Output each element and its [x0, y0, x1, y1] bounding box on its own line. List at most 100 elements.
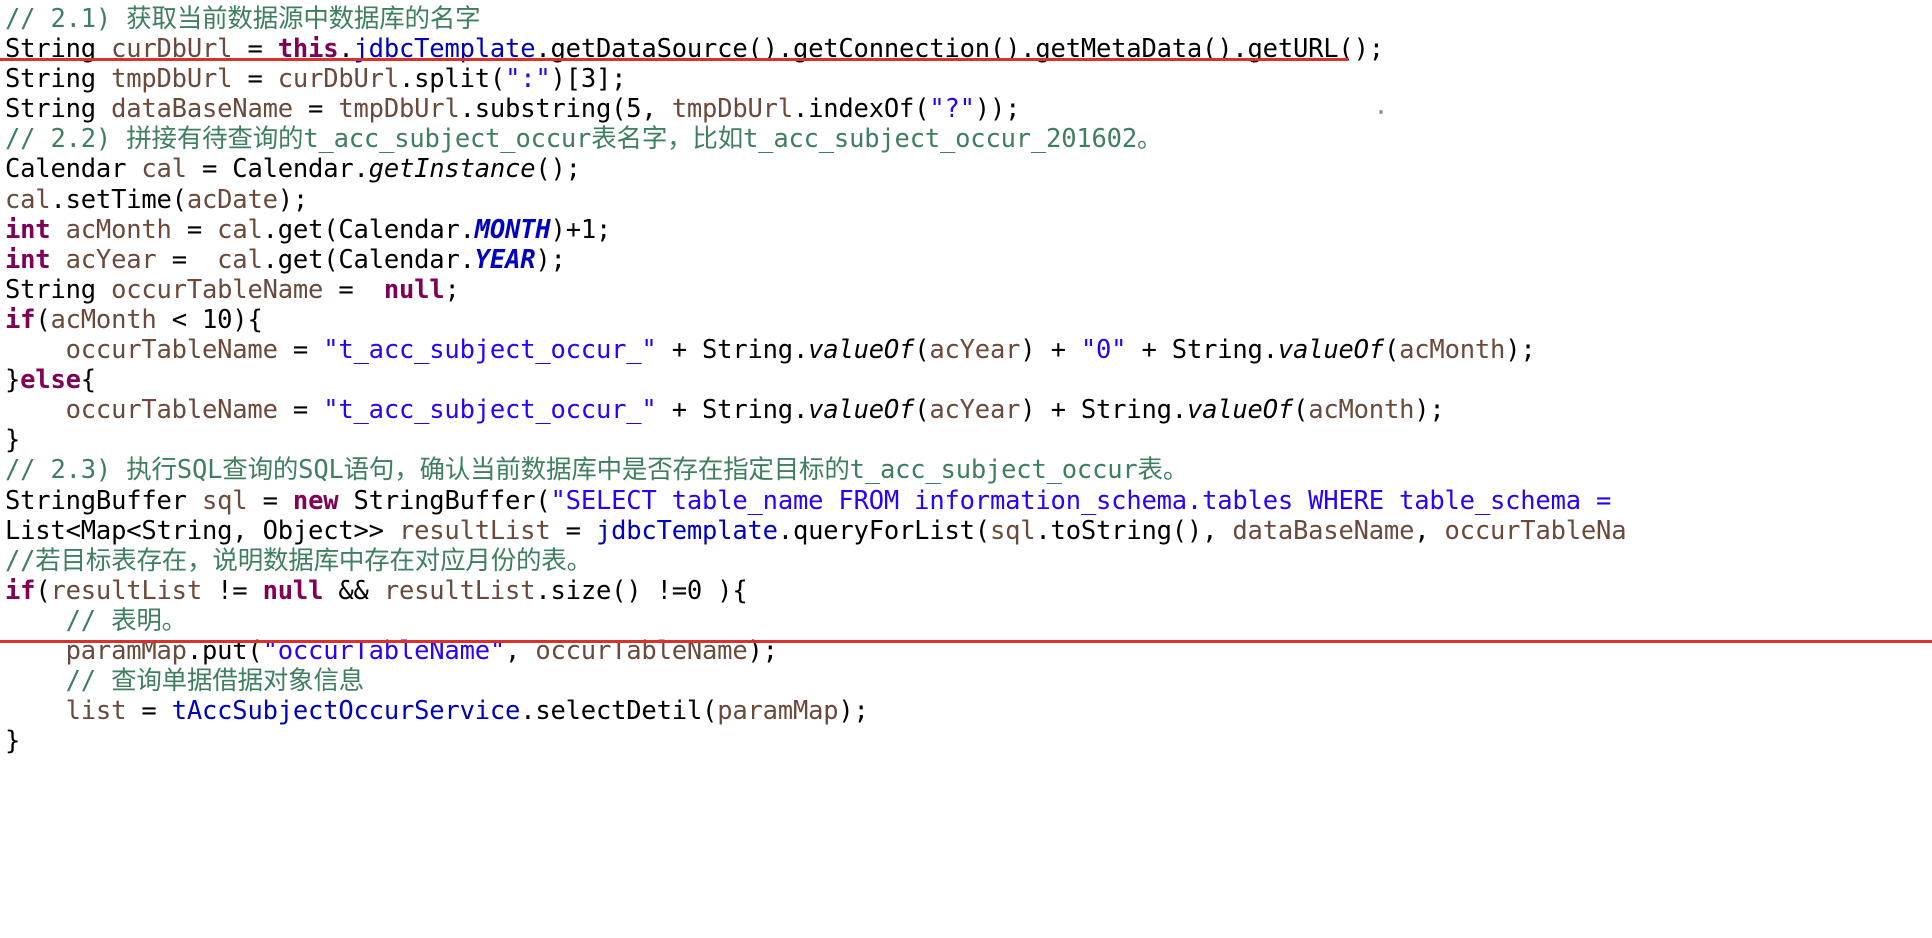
code-line[interactable]: occurTableName = "t_acc_subject_occur_" … [0, 335, 1932, 365]
code-token: this [277, 34, 339, 65]
code-line[interactable]: String tmpDbUrl = curDbUrl.split(":")[3]… [0, 64, 1932, 94]
code-token: )[3]; [550, 64, 627, 95]
code-token: + String. [1126, 335, 1278, 366]
code-token: ); [535, 244, 566, 275]
code-token: acYear [929, 395, 1021, 426]
code-line[interactable]: cal.setTime(acDate); [0, 185, 1932, 215]
code-token: cal [141, 154, 187, 185]
code-token: String [5, 274, 96, 305]
code-token: ) + String. [1020, 395, 1187, 426]
code-token: .split( [398, 64, 506, 95]
code-token: + String. [656, 395, 809, 426]
code-line[interactable]: String dataBaseName = tmpDbUrl.substring… [0, 94, 1932, 124]
code-token: = [247, 485, 293, 516]
code-token: StringBuffer( [338, 485, 551, 516]
code-line[interactable]: //若目标表存在，说明数据库中存在对应月份的表。 [0, 546, 1932, 576]
code-token: dataBaseName [1232, 515, 1415, 546]
code-token: )+1; [550, 214, 612, 245]
code-token: ( [914, 395, 930, 426]
code-line[interactable]: int acMonth = cal.get(Calendar.MONTH)+1; [0, 215, 1932, 245]
code-line[interactable]: // 2.1) 获取当前数据源中数据库的名字 [0, 4, 1932, 34]
code-token: StringBuffer [5, 485, 187, 516]
code-token: occurTableName [111, 274, 324, 305]
code-line[interactable]: List<Map<String, Object>> resultList = j… [0, 516, 1932, 546]
code-token: .put( [186, 635, 263, 666]
code-token: .setTime( [50, 184, 187, 215]
code-token: = [277, 395, 324, 426]
code-line[interactable]: list = tAccSubjectOccurService.selectDet… [0, 696, 1932, 726]
code-token: { [80, 365, 96, 396]
code-token: .getDataSource().getConnection().getMeta… [535, 34, 1384, 65]
code-line[interactable]: } [0, 726, 1932, 756]
code-token: paramMap [717, 696, 839, 727]
code-token: paramMap [65, 635, 187, 666]
code-token: , [1414, 515, 1445, 546]
code-token: } [5, 365, 21, 396]
code-token: ":" [505, 64, 551, 95]
code-token: != [202, 575, 263, 606]
code-line[interactable]: occurTableName = "t_acc_subject_occur_" … [0, 395, 1932, 425]
code-line[interactable]: Calendar cal = Calendar.getInstance(); [0, 154, 1932, 184]
code-token: acMonth [50, 304, 157, 335]
code-token: ); [277, 184, 309, 215]
code-token: = [232, 34, 278, 65]
code-token: dataBaseName [111, 94, 293, 125]
code-line[interactable]: String curDbUrl = this.jdbcTemplate.getD… [0, 34, 1932, 64]
code-line[interactable]: StringBuffer sql = new StringBuffer("SEL… [0, 486, 1932, 516]
code-token: resultList [398, 515, 551, 546]
code-token: = [171, 214, 218, 245]
code-token: .toString(), [1035, 515, 1233, 546]
code-token: resultList [50, 575, 202, 606]
code-token: null [262, 575, 324, 606]
code-token: valueOf [808, 395, 915, 426]
code-token: jdbcTemplate [595, 515, 778, 546]
code-token: acMonth [1399, 335, 1506, 366]
code-token: = [232, 64, 278, 95]
code-token: "t_acc_subject_occur_" [323, 395, 657, 426]
code-token: valueOf [808, 335, 915, 366]
code-token: cal [217, 244, 263, 275]
code-token: , [505, 635, 536, 666]
code-line[interactable]: if(resultList != null && resultList.size… [0, 576, 1932, 606]
code-token: = [550, 515, 596, 546]
code-token: list [65, 696, 127, 727]
code-token: .size() !=0 ){ [535, 575, 748, 606]
code-token: ); [1505, 335, 1536, 366]
code-token: ); [1414, 395, 1445, 426]
code-line[interactable]: // 2.3) 执行SQL查询的SQL语句，确认当前数据库中是否存在指定目标的t… [0, 455, 1932, 485]
code-token: Calendar [5, 154, 127, 185]
code-token: "?" [929, 94, 975, 125]
code-line[interactable]: // 表明。 [0, 606, 1932, 636]
code-token: ( [35, 304, 51, 335]
code-token: cal [217, 214, 263, 245]
code-token: + String. [656, 335, 809, 366]
code-line[interactable]: if(acMonth < 10){ [0, 305, 1932, 335]
code-token: < 10){ [156, 304, 263, 335]
code-token: tmpDbUrl [671, 94, 793, 125]
code-token: // 2.3) 执行SQL查询的SQL语句，确认当前数据库中是否存在指定目标的t… [5, 455, 1189, 486]
code-token: } [5, 726, 21, 757]
code-line[interactable]: }else{ [0, 365, 1932, 395]
code-token: ( [914, 335, 930, 366]
code-token: "occurTableName" [262, 635, 506, 666]
code-token: )); [974, 94, 1021, 125]
code-line[interactable]: } [0, 425, 1932, 455]
code-editor-viewport[interactable]: // 2.1) 获取当前数据源中数据库的名字 String curDbUrl = … [0, 0, 1932, 938]
code-line[interactable]: // 2.2) 拼接有待查询的t_acc_subject_occur表名字，比如… [0, 124, 1932, 154]
code-token: "t_acc_subject_occur_" [323, 335, 657, 366]
code-token: .selectDetil( [520, 696, 718, 727]
code-line[interactable]: int acYear = cal.get(Calendar.YEAR); [0, 245, 1932, 275]
code-line[interactable]: String occurTableName = null; [0, 275, 1932, 305]
code-line[interactable]: paramMap.put("occurTableName", occurTabl… [0, 636, 1932, 666]
code-line[interactable]: // 查询单据借据对象信息 [0, 666, 1932, 696]
code-token: curDbUrl [111, 34, 233, 65]
code-token: (); [535, 154, 581, 185]
code-token: int [5, 244, 51, 275]
